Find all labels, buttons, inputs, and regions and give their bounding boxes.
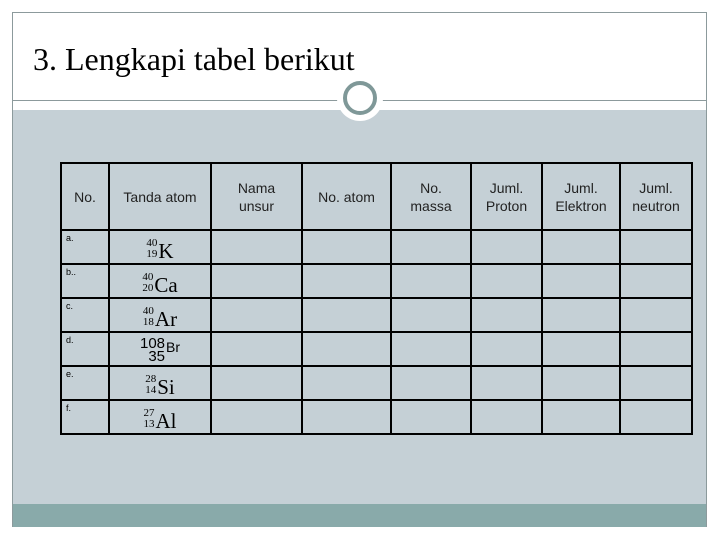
blank-cell-no-massa[interactable] — [390, 399, 472, 435]
isotope-notation: 108 35 Br — [108, 331, 212, 367]
row-label: e. — [60, 365, 110, 401]
blank-cell-juml-elektron[interactable] — [541, 365, 621, 401]
blank-cell-no-massa[interactable] — [390, 365, 472, 401]
blank-cell-juml-elektron[interactable] — [541, 229, 621, 265]
blank-cell-juml-neutron[interactable] — [619, 365, 693, 401]
blank-cell-no-massa[interactable] — [390, 297, 472, 333]
slide: 3. Lengkapi tabel berikut No. Tanda atom… — [12, 12, 707, 527]
isotope-notation: 27 13 Al — [108, 399, 212, 435]
isotope-table: No. Tanda atom Nama unsur No. atom No. mas… — [60, 162, 693, 435]
footer-bar — [13, 504, 706, 527]
header-no-massa: No. massa — [390, 162, 472, 231]
blank-cell-juml-elektron[interactable] — [541, 297, 621, 333]
blank-cell-nama-unsur[interactable] — [210, 399, 303, 435]
header-no-atom: No. atom — [301, 162, 392, 231]
element-symbol: Br — [166, 339, 181, 355]
mass-number: 40 — [146, 236, 158, 249]
isotope-notation: 40 19 K — [108, 229, 212, 265]
isotope-symbol-group: 108 35 Br — [140, 336, 181, 365]
ring-ornament-icon — [343, 81, 377, 115]
element-symbol: K — [158, 238, 174, 263]
header-nama-unsur: Nama unsur — [210, 162, 303, 231]
element-symbol: Ca — [154, 272, 178, 297]
mass-number: 28 — [145, 372, 157, 385]
element-symbol: Ar — [154, 306, 178, 331]
blank-cell-no-atom[interactable] — [301, 365, 392, 401]
blank-cell-juml-elektron[interactable] — [541, 331, 621, 367]
blank-cell-nama-unsur[interactable] — [210, 365, 303, 401]
element-symbol: Si — [157, 374, 175, 399]
header-tanda-atom: Tanda atom — [108, 162, 212, 231]
blank-cell-juml-proton[interactable] — [470, 263, 543, 299]
mass-number: 27 — [143, 406, 155, 419]
blank-cell-juml-proton[interactable] — [470, 399, 543, 435]
atomic-number: 35 — [148, 348, 166, 365]
header-juml-proton: Juml. Proton — [470, 162, 543, 231]
blank-cell-nama-unsur[interactable] — [210, 229, 303, 265]
isotope-notation: 28 14 Si — [108, 365, 212, 401]
isotope-numbers: 108 35 — [140, 336, 166, 365]
blank-cell-juml-neutron[interactable] — [619, 399, 693, 435]
blank-cell-juml-proton[interactable] — [470, 229, 543, 265]
mass-number: 40 — [142, 304, 154, 317]
table-row: f. 27 13 Al — [60, 399, 693, 435]
header-row: No. Tanda atom Nama unsur No. atom No. mas… — [60, 162, 693, 231]
blank-cell-no-atom[interactable] — [301, 331, 392, 367]
isotope-numbers: 40 20 — [142, 270, 154, 294]
row-label: d. — [60, 331, 110, 367]
header-juml-neutron: Juml. neutron — [619, 162, 693, 231]
atomic-number: 18 — [142, 315, 154, 328]
isotope-numbers: 27 13 — [143, 406, 155, 430]
row-label: b.. — [60, 263, 110, 299]
table-row: b.. 40 20 Ca — [60, 263, 693, 299]
table-row: d. 108 35 Br — [60, 331, 693, 367]
blank-cell-juml-neutron[interactable] — [619, 331, 693, 367]
table-row: e. 28 14 Si — [60, 365, 693, 401]
slide-title: 3. Lengkapi tabel berikut — [33, 41, 355, 77]
blank-cell-nama-unsur[interactable] — [210, 297, 303, 333]
blank-cell-nama-unsur[interactable] — [210, 331, 303, 367]
blank-cell-no-atom[interactable] — [301, 229, 392, 265]
blank-cell-nama-unsur[interactable] — [210, 263, 303, 299]
isotope-numbers: 28 14 — [145, 372, 157, 396]
blank-cell-no-massa[interactable] — [390, 229, 472, 265]
atomic-number: 20 — [142, 281, 154, 294]
isotope-notation: 40 20 Ca — [108, 263, 212, 299]
header-no: No. — [60, 162, 110, 231]
element-symbol: Al — [155, 408, 177, 433]
blank-cell-no-atom[interactable] — [301, 263, 392, 299]
isotope-numbers: 40 19 — [146, 236, 158, 260]
row-label: f. — [60, 399, 110, 435]
isotope-symbol-group: 27 13 Al — [144, 406, 177, 432]
blank-cell-no-atom[interactable] — [301, 297, 392, 333]
blank-cell-juml-neutron[interactable] — [619, 297, 693, 333]
isotope-symbol-group: 40 18 Ar — [143, 304, 177, 330]
row-label: c. — [60, 297, 110, 333]
mass-number: 40 — [142, 270, 154, 283]
table-row: c. 40 18 Ar — [60, 297, 693, 333]
blank-cell-juml-proton[interactable] — [470, 365, 543, 401]
isotope-numbers: 40 18 — [142, 304, 154, 328]
isotope-symbol-group: 40 19 K — [146, 236, 173, 262]
row-label: a. — [60, 229, 110, 265]
table-row: a. 40 19 K — [60, 229, 693, 265]
blank-cell-juml-proton[interactable] — [470, 297, 543, 333]
isotope-symbol-group: 28 14 Si — [145, 372, 175, 398]
isotope-symbol-group: 40 20 Ca — [142, 270, 177, 296]
blank-cell-juml-elektron[interactable] — [541, 399, 621, 435]
blank-cell-no-massa[interactable] — [390, 263, 472, 299]
blank-cell-no-atom[interactable] — [301, 399, 392, 435]
atomic-number: 13 — [143, 417, 155, 430]
blank-cell-juml-elektron[interactable] — [541, 263, 621, 299]
blank-cell-juml-neutron[interactable] — [619, 263, 693, 299]
blank-cell-juml-proton[interactable] — [470, 331, 543, 367]
atomic-number: 14 — [145, 383, 157, 396]
blank-cell-no-massa[interactable] — [390, 331, 472, 367]
isotope-notation: 40 18 Ar — [108, 297, 212, 333]
atomic-number: 19 — [146, 247, 158, 260]
header-juml-elektron: Juml. Elektron — [541, 162, 621, 231]
blank-cell-juml-neutron[interactable] — [619, 229, 693, 265]
